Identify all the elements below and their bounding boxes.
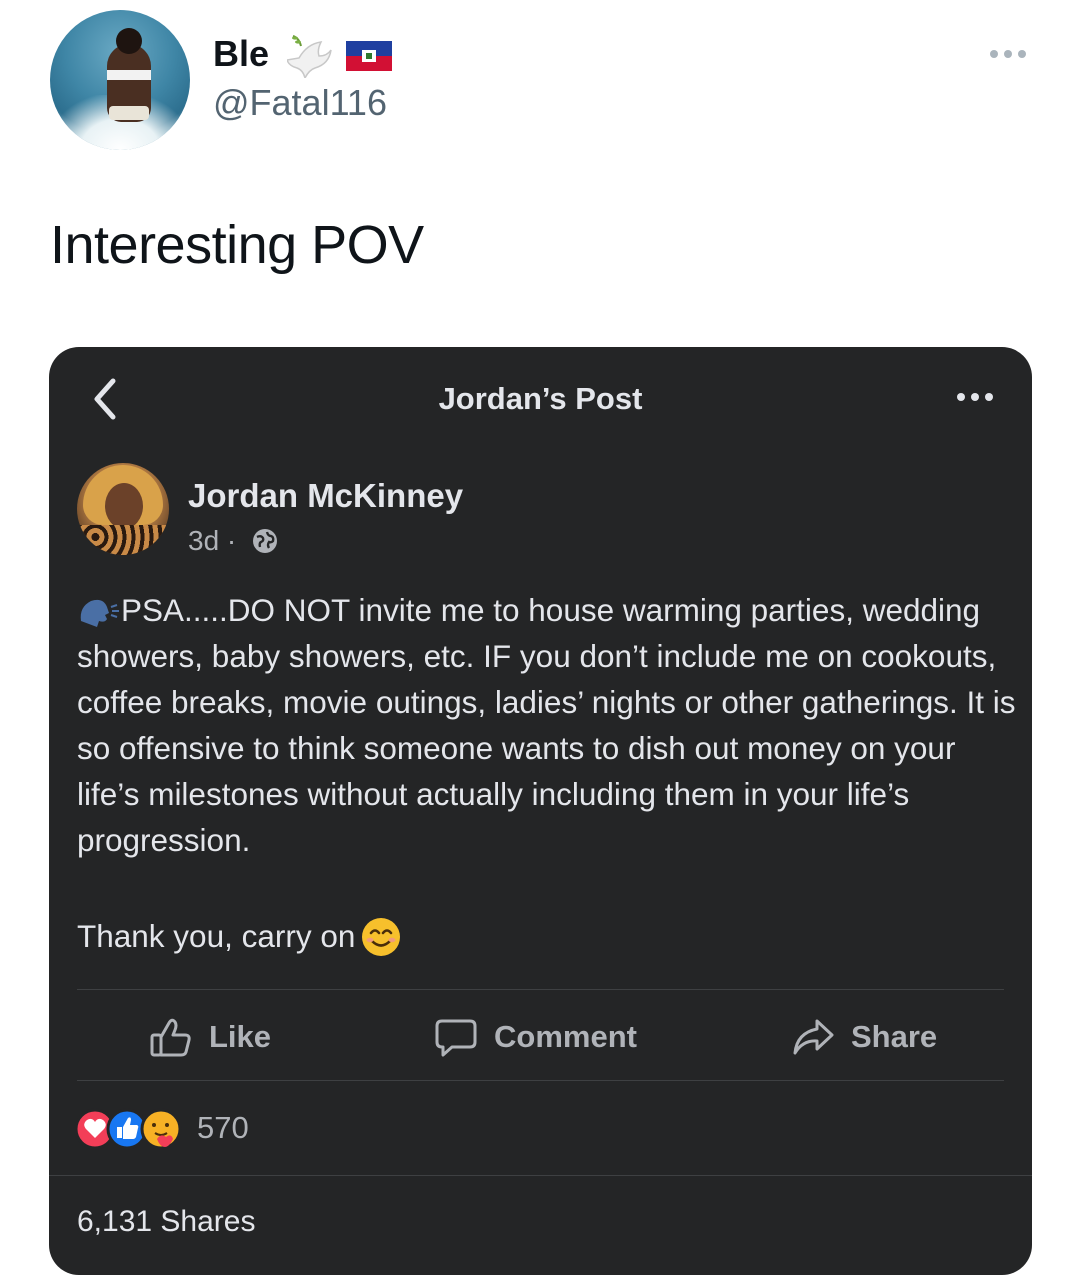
thumbs-up-icon	[150, 1018, 191, 1057]
care-reaction-icon	[140, 1108, 182, 1150]
post-signoff: Thank you, carry on	[77, 917, 401, 957]
like-button[interactable]: Like	[149, 1013, 271, 1061]
share-arrow-icon	[793, 1019, 834, 1055]
reaction-count[interactable]: 570	[197, 1110, 249, 1146]
like-label: Like	[209, 1019, 272, 1054]
embedded-post-card[interactable]: Jordan’s Post Jordan McKinney 3d · PSA..…	[49, 347, 1032, 1275]
post-signoff-text: Thank you, carry on	[77, 918, 356, 954]
post-more-icon[interactable]	[955, 385, 995, 409]
speaking-head-icon	[80, 599, 119, 627]
more-options-icon[interactable]	[987, 40, 1029, 68]
share-button[interactable]: Share	[791, 1013, 937, 1061]
divider	[77, 1080, 1004, 1081]
divider	[49, 1175, 1032, 1176]
post-time: 3d ·	[188, 525, 237, 556]
divider	[77, 989, 1004, 990]
reactions-icons[interactable]	[75, 1107, 187, 1151]
post-header-title: Jordan’s Post	[438, 381, 643, 416]
post-body: PSA.....DO NOT invite me to house warmin…	[77, 587, 1017, 863]
like-reaction-icon	[106, 1108, 148, 1150]
comment-bubble-icon	[435, 1019, 477, 1057]
smiling-face-icon	[362, 918, 401, 956]
globe-icon	[253, 529, 277, 553]
tweet-text: Interesting POV	[50, 215, 424, 275]
comment-button[interactable]: Comment	[434, 1013, 637, 1061]
tweet-handle[interactable]: @Fatal116	[213, 82, 387, 124]
share-count[interactable]: 6,131 Shares	[77, 1205, 255, 1239]
comment-label: Comment	[494, 1019, 637, 1054]
tweet-user-name[interactable]: Ble	[213, 33, 269, 75]
author-name[interactable]: Jordan McKinney	[188, 477, 463, 515]
author-avatar[interactable]	[77, 463, 169, 555]
dove-icon	[287, 35, 332, 78]
post-body-text: PSA.....DO NOT invite me to house warmin…	[77, 592, 1016, 858]
tweet-avatar[interactable]	[50, 10, 190, 150]
share-label: Share	[851, 1019, 938, 1054]
haiti-flag-icon	[346, 41, 392, 71]
